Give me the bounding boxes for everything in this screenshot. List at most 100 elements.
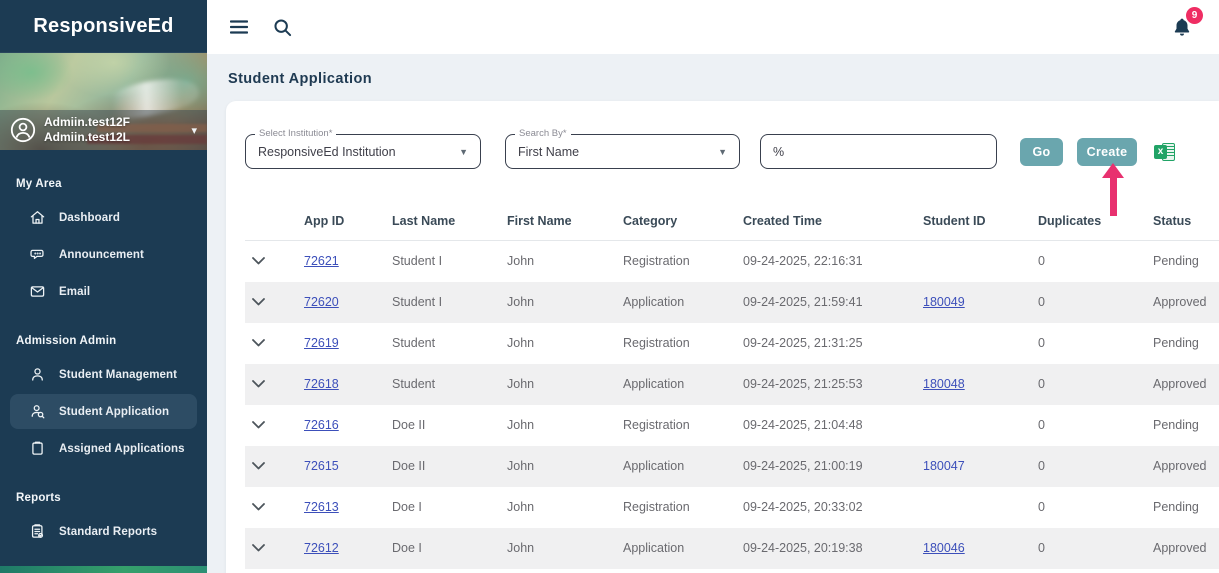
cell-first-name: John xyxy=(503,528,619,569)
cell-expand xyxy=(245,364,300,405)
cell-app-id: 72621 xyxy=(300,241,388,282)
sidebar-item-label: Standard Reports xyxy=(59,526,157,538)
cell-created-time: 09-24-2025, 22:16:31 xyxy=(739,241,919,282)
search-icon[interactable] xyxy=(271,16,293,38)
sidebar-item-email[interactable]: Email xyxy=(10,274,197,309)
student-application-card: Select Institution* ResponsiveEd Institu… xyxy=(226,101,1219,573)
col-created-time: Created Time xyxy=(739,204,919,241)
cell-first-name-text: John xyxy=(507,336,534,350)
cell-last-name: Student xyxy=(388,364,503,405)
cell-student-id-link[interactable]: 180048 xyxy=(923,377,965,391)
chevron-down-icon[interactable] xyxy=(249,375,267,393)
section-my-area: My Area xyxy=(0,168,207,198)
cell-student-id xyxy=(919,487,1034,528)
go-button[interactable]: Go xyxy=(1020,138,1063,166)
student-icon xyxy=(29,366,46,383)
hamburger-menu-icon[interactable] xyxy=(228,16,250,38)
cell-status: Approved xyxy=(1149,528,1219,569)
table-row: 72613Doe IJohnRegistration09-24-2025, 20… xyxy=(245,487,1219,528)
cell-category-text: Registration xyxy=(623,254,690,268)
chevron-down-icon: ▾ xyxy=(191,124,197,137)
applications-table: App ID Last Name First Name Category Cre… xyxy=(245,204,1219,569)
cell-last-name-text: Student I xyxy=(392,254,442,268)
sidebar-item-student-application[interactable]: Student Application xyxy=(10,394,197,429)
cell-last-name-text: Student xyxy=(392,336,435,350)
cell-app-id-link[interactable]: 72615 xyxy=(304,459,339,473)
cell-category: Application xyxy=(619,364,739,405)
create-button[interactable]: Create xyxy=(1077,138,1137,166)
search-query-input[interactable]: % xyxy=(760,134,997,169)
col-status: Status xyxy=(1149,204,1219,241)
cell-app-id-link[interactable]: 72619 xyxy=(304,336,339,350)
cell-category: Application xyxy=(619,528,739,569)
sidebar-item-label: Assigned Applications xyxy=(59,443,185,455)
cell-duplicates-text: 0 xyxy=(1038,295,1045,309)
sidebar-item-student-management[interactable]: Student Management xyxy=(10,357,197,392)
cell-student-id-link[interactable]: 180047 xyxy=(923,459,965,473)
cell-app-id-link[interactable]: 72613 xyxy=(304,500,339,514)
table-row: 72620Student IJohnApplication09-24-2025,… xyxy=(245,282,1219,323)
cell-created-time: 09-24-2025, 20:19:38 xyxy=(739,528,919,569)
cell-created-time: 09-24-2025, 21:00:19 xyxy=(739,446,919,487)
search-by-dropdown[interactable]: Search By* First Name ▼ xyxy=(505,134,740,169)
cell-created-time-text: 09-24-2025, 20:33:02 xyxy=(743,500,863,514)
content: Student Application Select Institution* … xyxy=(207,54,1219,573)
table-row: 72618 Student John Application09-24-2025, 2… xyxy=(245,364,1219,405)
select-institution-dropdown[interactable]: Select Institution* ResponsiveEd Institu… xyxy=(245,134,481,169)
cell-category-text: Registration xyxy=(623,500,690,514)
excel-export-icon[interactable]: x xyxy=(1154,142,1175,162)
cell-student-id-link[interactable]: 180049 xyxy=(923,295,965,309)
cell-first-name-text: John xyxy=(507,254,534,268)
cell-app-id: 72615 xyxy=(300,446,388,487)
cell-student-id xyxy=(919,241,1034,282)
status-badge: Approved xyxy=(1153,295,1207,309)
chevron-down-icon[interactable] xyxy=(249,498,267,516)
cell-last-name: Doe I xyxy=(388,487,503,528)
search-by-label: Search By* xyxy=(515,128,571,139)
cell-duplicates-text: 0 xyxy=(1038,459,1045,473)
cell-first-name-text: John xyxy=(507,377,534,391)
sidebar-item-announcement[interactable]: Announcement xyxy=(10,237,197,272)
chevron-down-icon[interactable] xyxy=(249,416,267,434)
chevron-down-icon[interactable] xyxy=(249,293,267,311)
cell-duplicates-text: 0 xyxy=(1038,336,1045,350)
cell-category-text: Application xyxy=(623,459,684,473)
cell-created-time: 09-24-2025, 21:25:53 xyxy=(739,364,919,405)
cell-created-time-text: 09-24-2025, 20:19:38 xyxy=(743,541,863,555)
cell-last-name: Doe I xyxy=(388,528,503,569)
cell-category: Registration xyxy=(619,405,739,446)
section-reports: Reports xyxy=(0,482,207,512)
cell-app-id-link[interactable]: 72616 xyxy=(304,418,339,432)
sidebar-item-standard-reports[interactable]: Standard Reports xyxy=(10,514,197,549)
cell-app-id-link[interactable]: 72618 xyxy=(304,377,339,391)
cell-app-id-link[interactable]: 72612 xyxy=(304,541,339,555)
table-row: 72612 Doe IJohnApplication 09-24-2025, 20:… xyxy=(245,528,1219,569)
cell-category: Registration xyxy=(619,323,739,364)
col-first-name: First Name xyxy=(503,204,619,241)
cell-app-id: 72618 xyxy=(300,364,388,405)
status-badge: Pending xyxy=(1153,418,1199,432)
status-badge: Approved xyxy=(1153,459,1207,473)
sidebar-item-assigned-applications[interactable]: Assigned Applications xyxy=(10,431,197,466)
chevron-down-icon[interactable] xyxy=(249,457,267,475)
sidebar-item-dashboard[interactable]: Dashboard xyxy=(10,200,197,235)
logo-band: ResponsiveEd xyxy=(0,0,207,53)
cell-duplicates: 0 xyxy=(1034,528,1149,569)
user-name: Admiin.test12F Admiin.test12L xyxy=(44,115,130,145)
chevron-down-icon[interactable] xyxy=(249,539,267,557)
cell-first-name: John xyxy=(503,364,619,405)
chevron-down-icon[interactable] xyxy=(249,252,267,270)
cell-status: Approved xyxy=(1149,446,1219,487)
applications-table-wrap: App ID Last Name First Name Category Cre… xyxy=(245,204,1219,569)
section-admission-admin: Admission Admin xyxy=(0,325,207,355)
bell-icon[interactable]: 9 xyxy=(1169,14,1195,40)
cell-last-name: Student I xyxy=(388,282,503,323)
chevron-down-icon[interactable] xyxy=(249,334,267,352)
cell-student-id-link[interactable]: 180046 xyxy=(923,541,965,555)
cell-expand xyxy=(245,487,300,528)
cell-last-name: Student I xyxy=(388,241,503,282)
cell-category-text: Registration xyxy=(623,418,690,432)
cell-app-id-link[interactable]: 72621 xyxy=(304,254,339,268)
cell-app-id-link[interactable]: 72620 xyxy=(304,295,339,309)
user-menu[interactable]: Admiin.test12F Admiin.test12L ▾ xyxy=(0,110,207,150)
